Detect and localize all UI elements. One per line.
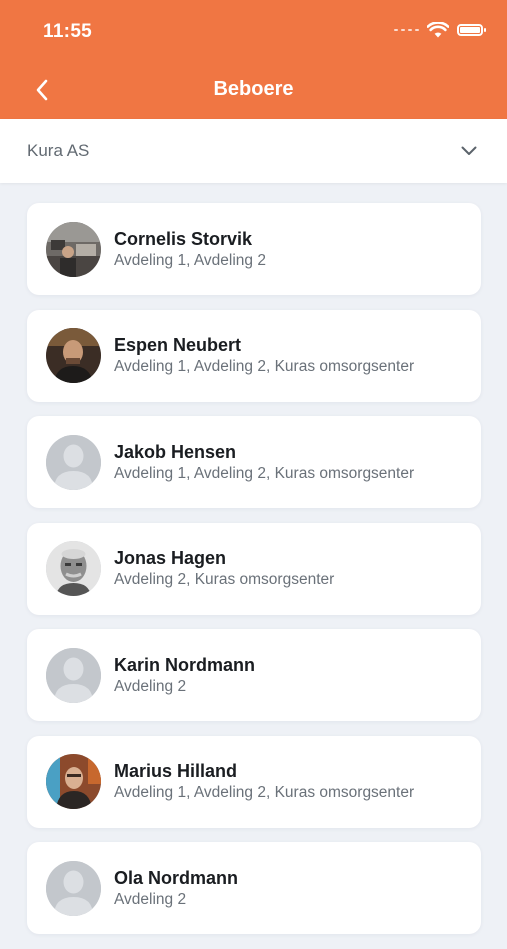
resident-name: Cornelis Storvik	[114, 228, 253, 249]
resident-name: Karin Nordmann	[114, 654, 256, 675]
resident-card[interactable]: Jakob Hensen Avdeling 1, Avdeling 2, Kur…	[27, 416, 481, 508]
avatar-placeholder-icon	[46, 434, 101, 490]
resident-card[interactable]: Ola Nordmann Avdeling 2	[27, 842, 481, 934]
dropdown-selected-value: Kura AS	[27, 141, 90, 160]
avatar-placeholder-icon	[46, 647, 101, 703]
resident-name: Jonas Hagen	[114, 548, 227, 568]
avatar	[46, 221, 101, 277]
status-time: 11:55	[43, 21, 93, 42]
chevron-down-icon	[461, 146, 477, 155]
wifi-icon	[427, 22, 449, 38]
battery-icon	[457, 24, 486, 36]
resident-departments: Avdeling 1, Avdeling 2	[114, 251, 266, 269]
organization-dropdown[interactable]: Kura AS	[0, 119, 507, 183]
resident-departments: Avdeling 2, Kuras omsorgsenter	[114, 571, 335, 588]
resident-departments: Avdeling 1, Avdeling 2, Kuras omsorgsent…	[114, 358, 415, 375]
resident-name: Espen Neubert	[114, 335, 242, 355]
resident-card[interactable]: Karin Nordmann Avdeling 2	[27, 629, 481, 721]
avatar	[46, 541, 101, 596]
app-header: 11:55 Beboere	[0, 0, 507, 119]
avatar	[46, 328, 101, 383]
page-title: Beboere	[213, 78, 294, 100]
resident-list: Cornelis Storvik Avdeling 1, Avdeling 2 …	[27, 203, 481, 949]
resident-departments: Avdeling 2	[114, 677, 187, 695]
resident-name: Jakob Hensen	[114, 441, 237, 462]
resident-name: Marius Hilland	[114, 761, 238, 781]
signal-icon	[394, 29, 419, 31]
status-icons	[394, 22, 486, 38]
resident-card[interactable]: Marius Hilland Avdeling 1, Avdeling 2, K…	[27, 735, 481, 828]
resident-departments: Avdeling 1, Avdeling 2, Kuras omsorgsent…	[114, 464, 415, 482]
resident-card[interactable]: Jonas Hagen Avdeling 2, Kuras omsorgsent…	[27, 522, 481, 615]
resident-card[interactable]: Espen Neubert Avdeling 1, Avdeling 2, Ku…	[27, 309, 481, 402]
resident-name: Ola Nordmann	[114, 867, 239, 888]
avatar	[46, 754, 101, 809]
resident-card[interactable]: Cornelis Storvik Avdeling 1, Avdeling 2	[27, 203, 481, 295]
avatar-placeholder-icon	[46, 860, 101, 916]
resident-departments: Avdeling 1, Avdeling 2, Kuras omsorgsent…	[114, 784, 415, 801]
